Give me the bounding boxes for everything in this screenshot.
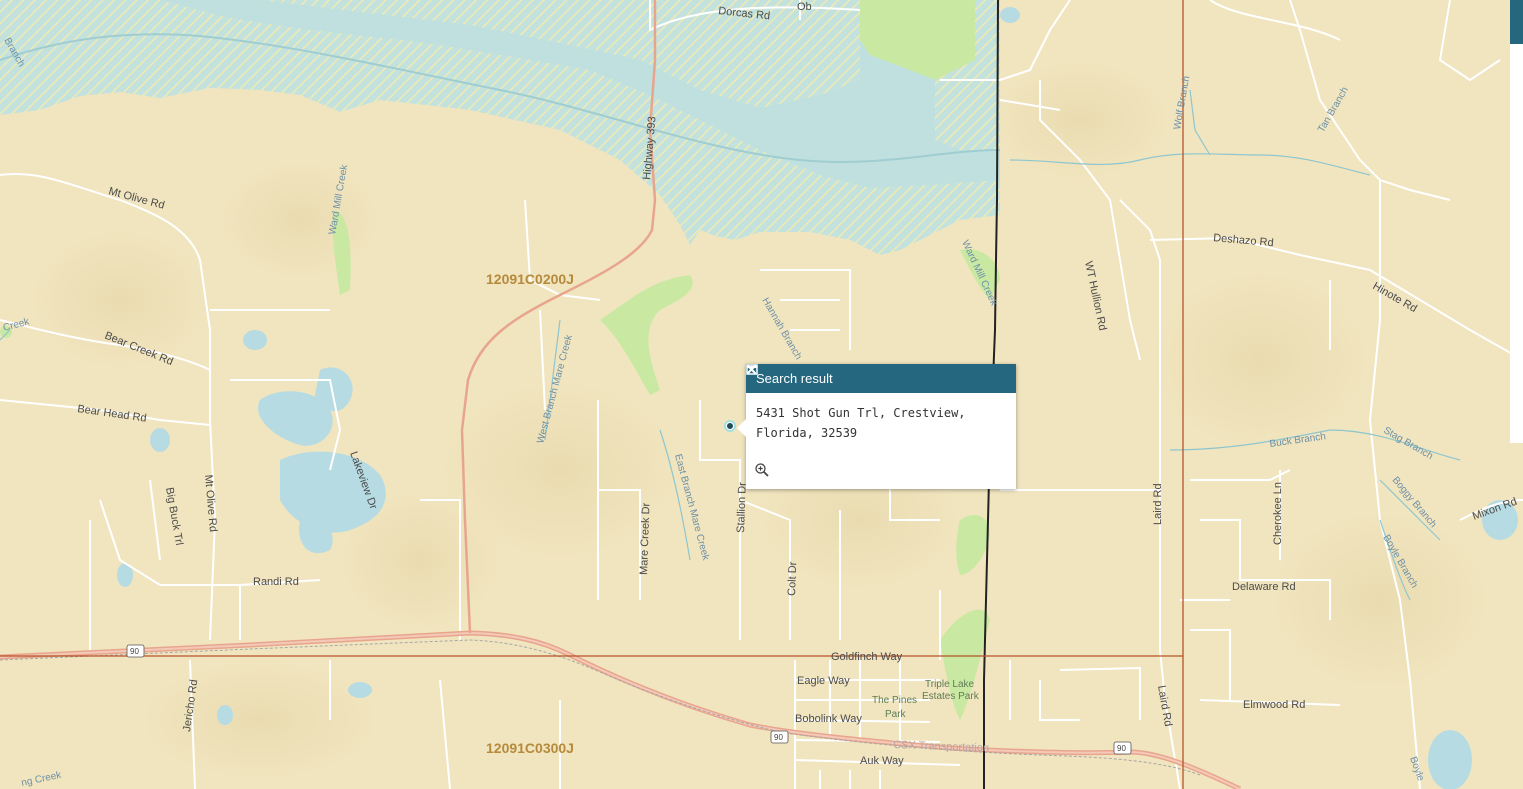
panel-label-upper: 12091C0200J [486,271,574,287]
park-label-triple-2: Estates Park [922,691,980,702]
popup-header: Search result [746,364,1016,393]
side-panel-header[interactable] [1510,0,1523,44]
road-label-stallion: Stallion Dr [735,482,749,533]
side-panel[interactable] [1510,0,1523,443]
svg-text:90: 90 [1117,744,1126,753]
zoom-to-icon[interactable] [754,462,770,478]
park-label-pines-2: Park [885,709,907,720]
road-label-delaware: Delaware Rd [1232,581,1296,593]
popup-title: Search result [756,371,833,386]
road-label-cherokee: Cherokee Ln [1272,482,1284,545]
svg-text:90: 90 [130,647,139,656]
popup-address: 5431 Shot Gun Trl, Crestview, Florida, 3… [756,406,966,440]
road-label-auk: Auk Way [860,755,904,767]
search-result-marker[interactable] [724,420,736,432]
us90-shield-c: 90 [1113,741,1132,755]
road-label-elmwood: Elmwood Rd [1243,699,1305,711]
road-label-eagle: Eagle Way [797,675,850,687]
road-label-colt: Colt Dr [786,561,799,596]
road-label-mare-creek: Mare Creek Dr [638,502,653,575]
road-label-goldfinch: Goldfinch Way [831,651,903,663]
road-label-randi: Randi Rd [253,576,299,588]
road-label-ob: Ob [797,1,812,13]
panel-label-lower: 12091C0300J [486,740,574,756]
maximize-icon[interactable] [746,364,990,388]
park-label-triple-1: Triple Lake [925,679,975,690]
us90-shield-a: 90 [126,644,145,658]
map-canvas[interactable]: 90 90 90 12091C0200J 12091C0300J Dorcas … [0,0,1523,789]
park-label-pines-1: The Pines [872,695,917,706]
search-result-popup: Search result 5431 Shot Gun Trl, Crestvi… [737,364,1016,489]
road-label-laird: Laird Rd [1152,483,1164,525]
popup-pointer [737,419,746,437]
svg-text:90: 90 [774,733,783,742]
close-icon[interactable] [746,364,1008,388]
road-label-bobolink: Bobolink Way [795,713,862,725]
us90-shield-b: 90 [770,730,789,744]
